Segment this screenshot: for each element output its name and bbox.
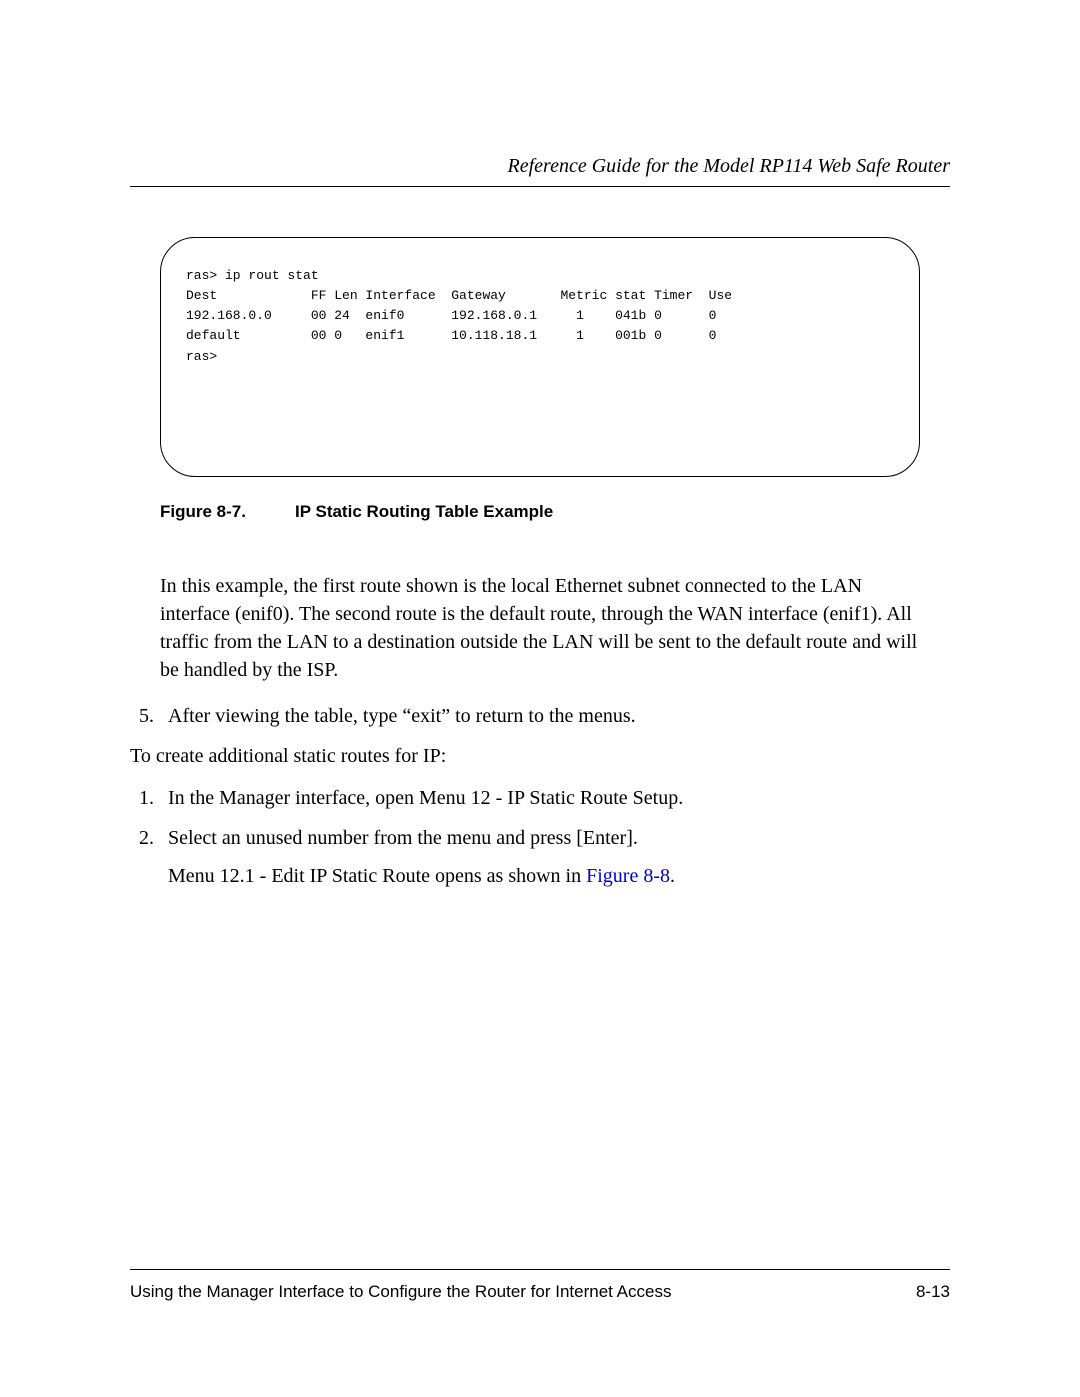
footer-left: Using the Manager Interface to Configure… [130,1282,671,1302]
example-paragraph: In this example, the first route shown i… [160,572,920,684]
figure-caption: Figure 8-7.IP Static Routing Table Examp… [160,502,920,522]
list-marker: 2. [130,824,168,890]
list-marker: 5. [130,702,168,730]
figure-link[interactable]: Figure 8-8 [586,865,670,887]
list-marker: 1. [130,784,168,812]
step-5: 5. After viewing the table, type “exit” … [130,702,950,730]
step-2: 2. Select an unused number from the menu… [130,824,950,890]
footer-page-number: 8-13 [916,1282,950,1302]
list-content: Select an unused number from the menu an… [168,824,950,890]
intro-paragraph: To create additional static routes for I… [130,742,950,770]
list-content: After viewing the table, type “exit” to … [168,702,950,730]
terminal-output: ras> ip rout stat Dest FF Len Interface … [160,237,920,477]
figure-title: IP Static Routing Table Example [295,502,553,521]
page-header: Reference Guide for the Model RP114 Web … [130,155,950,178]
step-2-sub: Menu 12.1 - Edit IP Static Route opens a… [168,862,950,890]
step-1: 1. In the Manager interface, open Menu 1… [130,784,950,812]
header-rule [130,186,950,187]
figure-label: Figure 8-7. [160,502,295,522]
page-footer: Using the Manager Interface to Configure… [130,1269,950,1302]
list-content: In the Manager interface, open Menu 12 -… [168,784,950,812]
footer-rule [130,1269,950,1270]
